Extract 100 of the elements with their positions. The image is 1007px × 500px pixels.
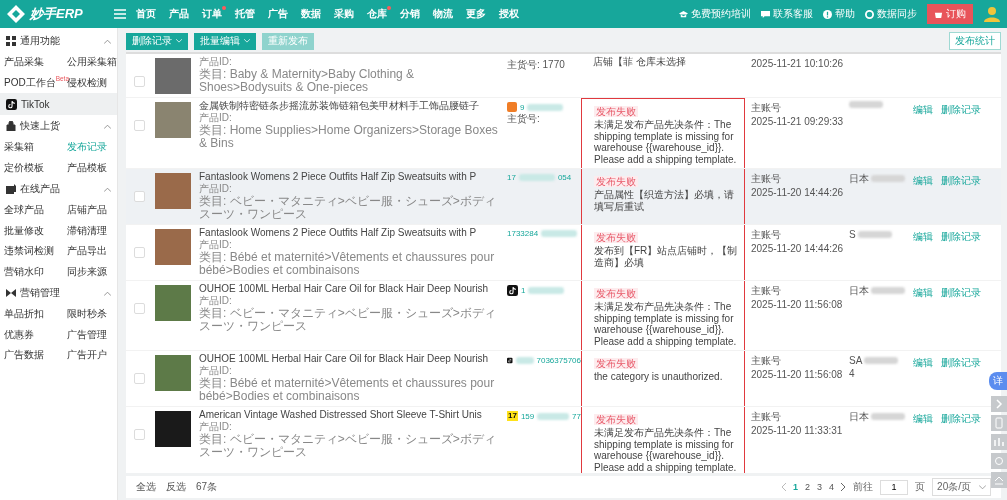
caret-icon[interactable] [104, 290, 111, 296]
row-checkbox[interactable] [134, 247, 145, 258]
nav-link[interactable]: 首页 [136, 7, 156, 21]
logo-text[interactable]: 妙手ERP [30, 5, 83, 23]
store-id[interactable]: 7036375706 [536, 356, 581, 365]
page-size-select[interactable]: 20条/页 [932, 478, 991, 496]
nav-link[interactable]: 托管 [235, 7, 255, 21]
row-checkbox[interactable] [134, 191, 145, 202]
sidebar-item[interactable]: 发布记录 [67, 137, 117, 158]
row-checkbox[interactable] [134, 76, 145, 87]
row-action-link[interactable]: 删除记录 [941, 356, 981, 370]
phone-icon[interactable] [991, 415, 1007, 431]
product-title[interactable]: OUHOE 100ML Herbal Hair Care Oil for Black Hair Deep Nourish [199, 283, 501, 295]
sidebar-item[interactable]: 产品模板 [67, 157, 117, 178]
product-title[interactable]: 金属铁制特密链条步摇流苏装饰链箱包美甲材料手工饰品腰链子 [199, 100, 501, 112]
row-action-link[interactable]: 删除记录 [941, 412, 981, 426]
caret-icon[interactable] [979, 484, 986, 490]
row-action-link[interactable]: 编辑 [913, 103, 933, 117]
sidebar-item[interactable]: 全球产品 [4, 200, 67, 221]
refresh-icon[interactable] [991, 453, 1007, 469]
sidebar-item[interactable]: 滞销清理 [67, 220, 117, 241]
caret-icon[interactable] [104, 38, 111, 44]
row-action-link[interactable]: 编辑 [913, 356, 933, 370]
menu-icon[interactable] [114, 9, 126, 19]
sidebar-item[interactable]: 营销水印 [4, 261, 67, 282]
nav-link[interactable]: 物流 [433, 7, 453, 21]
page-number[interactable]: 4 [829, 482, 835, 492]
row-checkbox[interactable] [134, 120, 145, 131]
sidebar-item[interactable]: 同步来源 [67, 261, 117, 282]
sidebar-section-title[interactable]: 营销管理 [20, 286, 60, 300]
row-action-link[interactable]: 删除记录 [941, 103, 981, 117]
sidebar-item[interactable]: 店铺产品 [67, 200, 117, 221]
row-checkbox[interactable] [134, 429, 145, 440]
nav-link[interactable]: 分销 [400, 7, 420, 21]
stats-button[interactable]: 发布统计 [949, 32, 1001, 50]
sidebar-item[interactable]: 优惠券 [4, 324, 67, 345]
row-action-link[interactable]: 删除记录 [941, 230, 981, 244]
nav-link[interactable]: 订单 [202, 7, 222, 21]
sidebar-item[interactable]: 定价模板 [4, 157, 67, 178]
nav-link[interactable]: 更多 [466, 7, 486, 21]
nav-link[interactable]: 仓库 [367, 7, 387, 21]
header-link[interactable]: 免费预约培训 [679, 7, 751, 21]
caret-icon[interactable] [104, 123, 111, 129]
store-id[interactable]: 1733284 [507, 229, 539, 238]
nav-link[interactable]: 采购 [334, 7, 354, 21]
toolbar-button[interactable]: 批量编辑 [194, 32, 256, 50]
sidebar-section-title[interactable]: 在线产品 [20, 182, 60, 196]
sidebar-section-title[interactable]: 快速上货 [20, 119, 60, 133]
row-action-link[interactable]: 编辑 [913, 174, 933, 188]
sidebar-item[interactable]: 产品采集 [4, 52, 67, 73]
store-id[interactable]: 054 [557, 173, 572, 182]
invert-selection-link[interactable]: 反选 [166, 480, 186, 494]
row-action-link[interactable]: 编辑 [913, 230, 933, 244]
row-action-link[interactable]: 删除记录 [941, 174, 981, 188]
product-title[interactable]: American Vintage Washed Distressed Short Sleeve T-Shirt Unis [199, 409, 501, 421]
page-number[interactable]: 2 [805, 482, 811, 492]
store-id[interactable]: 159 [520, 411, 535, 421]
store-id[interactable]: 1 [521, 286, 526, 295]
header-link[interactable]: 联系客服 [761, 7, 813, 21]
product-title[interactable]: Fantaslook Womens 2 Piece Outfits Half Zip Sweatsuits with P [199, 171, 501, 183]
chart-icon[interactable] [991, 434, 1007, 450]
store-id[interactable]: 9 [520, 102, 525, 112]
sidebar-item[interactable]: 广告开户 [67, 345, 117, 366]
store-id[interactable]: 77 [572, 411, 581, 421]
sidebar-item[interactable]: 限时秒杀 [67, 304, 117, 325]
sidebar-item[interactable]: 广告数据 [4, 345, 67, 366]
select-all-link[interactable]: 全选 [136, 480, 156, 494]
nav-link[interactable]: 授权 [499, 7, 519, 21]
sidebar-item[interactable]: 采集箱 [4, 137, 67, 158]
sidebar-item[interactable]: 违禁词检测 [4, 241, 67, 262]
order-button[interactable]: 订购 [927, 4, 973, 24]
chevron-icon[interactable] [991, 396, 1007, 412]
sidebar-item[interactable]: 广告管理 [67, 324, 117, 345]
side-tab[interactable]: 详 [989, 372, 1007, 390]
header-link[interactable]: 帮助 [823, 7, 855, 21]
page-number[interactable]: 3 [817, 482, 823, 492]
row-action-link[interactable]: 编辑 [913, 286, 933, 300]
sidebar-section-title[interactable]: 通用功能 [20, 34, 60, 48]
row-action-link[interactable]: 删除记录 [941, 286, 981, 300]
nav-link[interactable]: 广告 [268, 7, 288, 21]
product-title[interactable]: Fantaslook Womens 2 Piece Outfits Half Zip Sweatsuits with P [199, 227, 501, 239]
row-checkbox[interactable] [134, 373, 145, 384]
header-link[interactable]: 数据同步 [865, 7, 917, 21]
sidebar-item[interactable]: 产品导出 [67, 241, 117, 262]
store-id[interactable]: 17 [507, 173, 516, 182]
product-title[interactable]: OUHOE 100ML Herbal Hair Care Oil for Black Hair Deep Nourish [199, 353, 501, 365]
next-page-icon[interactable] [841, 483, 847, 491]
toolbar-button[interactable]: 删除记录 [126, 32, 188, 50]
page-number[interactable]: 1 [793, 482, 799, 492]
sidebar-item[interactable]: 批量修改 [4, 220, 67, 241]
sidebar-item[interactable]: 公用采集箱 [67, 52, 117, 73]
previous-page-icon[interactable] [781, 483, 787, 491]
avatar-icon[interactable] [983, 5, 1001, 23]
nav-link[interactable]: 产品 [169, 7, 189, 21]
nav-link[interactable]: 数据 [301, 7, 321, 21]
caret-icon[interactable] [104, 186, 111, 192]
sidebar-item[interactable]: 单品折扣 [4, 304, 67, 325]
row-action-link[interactable]: 编辑 [913, 412, 933, 426]
page-input[interactable]: 1 [880, 479, 909, 495]
row-checkbox[interactable] [134, 303, 145, 314]
